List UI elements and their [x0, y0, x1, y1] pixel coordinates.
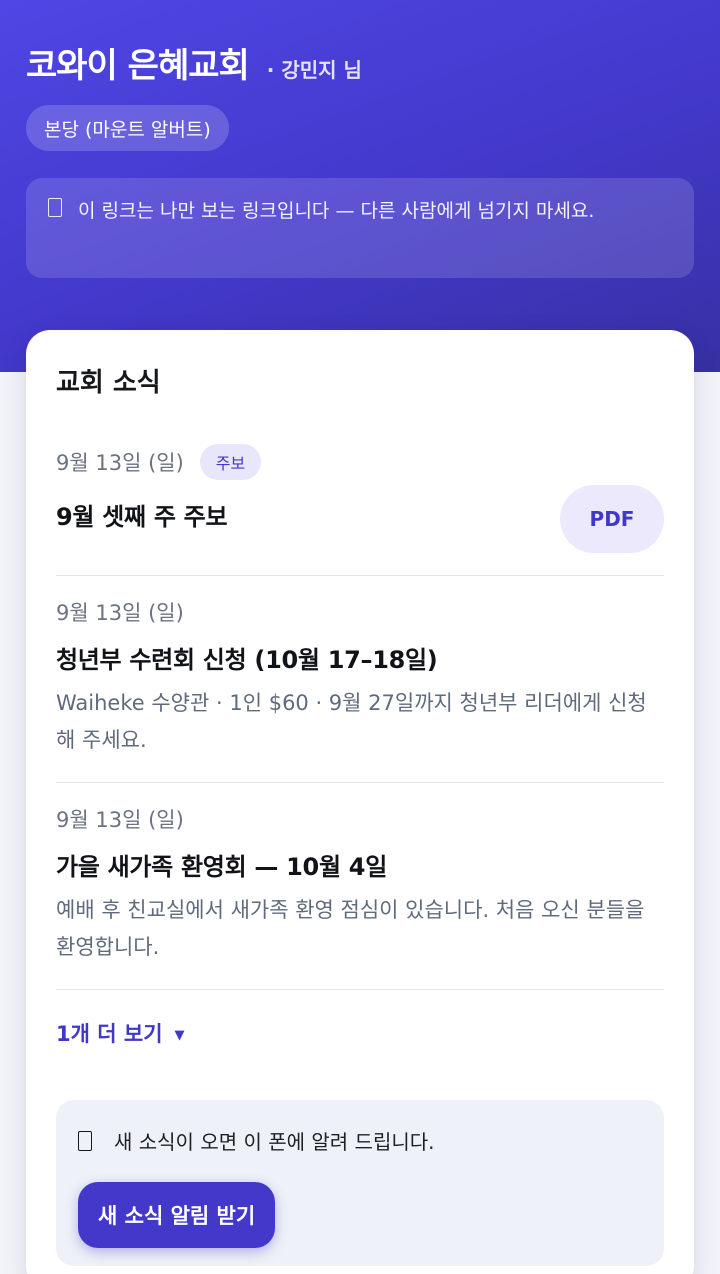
divider	[56, 575, 664, 576]
category-tag: 주보	[199, 444, 262, 480]
show-more-button[interactable]: 1개 더 보기 ▼	[56, 1018, 185, 1048]
news-item-bulletin[interactable]: 9월 13일 (일) 주보 9월 셋째 주 주보 PDF	[56, 444, 664, 574]
section-title: 교회 소식	[56, 368, 161, 398]
news-item-newcomers[interactable]: 9월 13일 (일) 가을 새가족 환영회 — 10월 4일 예배 후 친교실에…	[56, 801, 664, 966]
title-row: 코와이 은혜교회 · 강민지 님	[26, 38, 362, 87]
campus-badge: 본당 (마운트 알버트)	[26, 105, 229, 151]
pdf-button[interactable]: PDF	[560, 485, 664, 553]
news-item-retreat[interactable]: 9월 13일 (일) 청년부 수련회 신청 (10월 17–18일) Waihe…	[56, 594, 664, 759]
news-card: 교회 소식 9월 13일 (일) 주보 9월 셋째 주 주보 PDF 9월 13…	[26, 330, 694, 1274]
show-more-label: 1개 더 보기	[56, 1022, 163, 1046]
news-date: 9월 13일 (일)	[56, 601, 184, 625]
user-name: · 강민지 님	[266, 58, 362, 82]
news-date: 9월 13일 (일)	[56, 808, 184, 832]
news-title: 가을 새가족 환영회 — 10월 4일	[56, 853, 387, 881]
news-date: 9월 13일 (일) 주보	[56, 444, 664, 480]
header-hero: 코와이 은혜교회 · 강민지 님 본당 (마운트 알버트) 이 링크는 나만 보…	[0, 0, 720, 372]
notification-box: 새 소식이 오면 이 폰에 알려 드립니다. 새 소식 알림 받기	[56, 1100, 664, 1266]
notification-text: 새 소식이 오면 이 폰에 알려 드립니다.	[114, 1130, 435, 1154]
chevron-down-icon: ▼	[174, 1027, 185, 1043]
lock-icon	[48, 198, 62, 217]
notification-info: 새 소식이 오면 이 폰에 알려 드립니다.	[78, 1126, 435, 1155]
private-link-notice: 이 링크는 나만 보는 링크입니다 — 다른 사람에게 넘기지 마세요.	[26, 178, 694, 278]
bell-icon	[78, 1130, 92, 1151]
subscribe-button[interactable]: 새 소식 알림 받기	[78, 1182, 276, 1248]
divider	[56, 782, 664, 783]
divider	[56, 989, 664, 990]
church-name: 코와이 은혜교회	[26, 46, 250, 86]
news-description: 예배 후 친교실에서 새가족 환영 점심이 있습니다. 처음 오신 분들을 환영…	[56, 898, 645, 959]
notice-text: 이 링크는 나만 보는 링크입니다 — 다른 사람에게 넘기지 마세요.	[78, 200, 595, 222]
news-description: Waiheke 수양관 · 1인 $60 · 9월 27일까지 청년부 리더에게…	[56, 691, 647, 752]
news-title: 청년부 수련회 신청 (10월 17–18일)	[56, 646, 438, 674]
